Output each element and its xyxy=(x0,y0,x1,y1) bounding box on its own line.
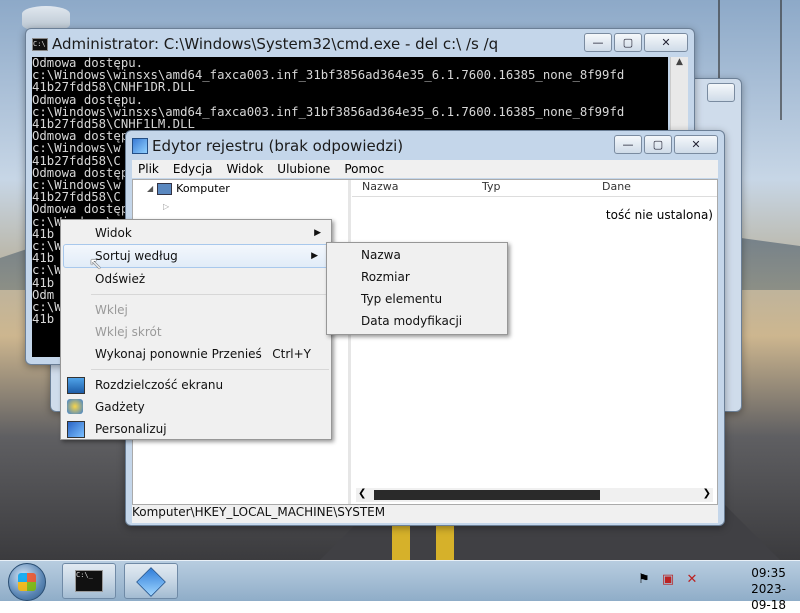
computer-icon xyxy=(157,182,173,195)
regedit-icon xyxy=(132,138,148,154)
clock[interactable]: 09:35 2023-09-18 xyxy=(751,565,786,613)
start-button[interactable] xyxy=(8,563,46,601)
sort-by-size[interactable]: Rozmiar xyxy=(327,266,507,288)
menu-item-wklej-skrot: Wklej skrót xyxy=(61,321,331,343)
menu-widok[interactable]: Widok xyxy=(226,162,263,176)
menu-separator xyxy=(91,294,329,295)
menu-item-wklej: Wklej xyxy=(61,299,331,321)
menu-item-label: Wklej xyxy=(95,303,128,317)
maximize-button[interactable]: ▢ xyxy=(614,33,642,52)
menu-ulubione[interactable]: Ulubione xyxy=(277,162,330,176)
menu-item-sortuj-wedlug[interactable]: Sortuj według ▶ xyxy=(63,244,329,268)
menu-item-label: Gadżety xyxy=(95,400,145,414)
tree-item-komputer[interactable]: ◢ Komputer xyxy=(147,182,230,195)
cmd-output-line: 41b27fdd58\CNHF1DR.DLL xyxy=(32,80,195,95)
menu-pomoc[interactable]: Pomoc xyxy=(344,162,384,176)
gadgets-icon xyxy=(67,399,83,414)
cmd-output-line: Odmowa dostępu. xyxy=(32,92,144,107)
scroll-left-arrow-icon[interactable]: ❮ xyxy=(358,488,366,499)
horizontal-scrollbar[interactable]: ❮ ❯ xyxy=(356,488,713,502)
minimize-button[interactable]: — xyxy=(584,33,612,52)
clock-time: 09:35 xyxy=(751,566,786,580)
submenu-arrow-icon: ▶ xyxy=(314,228,321,238)
taskbar-regedit-button[interactable] xyxy=(124,563,178,599)
wallpaper-road-line xyxy=(436,520,454,560)
regedit-icon xyxy=(136,567,166,597)
volume-muted-icon[interactable]: ✕ xyxy=(684,572,700,588)
status-bar: Komputer\HKEY_LOCAL_MACHINE\SYSTEM xyxy=(132,505,718,523)
close-button[interactable]: ✕ xyxy=(674,135,718,154)
taskbar-cmd-button[interactable]: C:\_ xyxy=(62,563,116,599)
regedit-title: Edytor rejestru (brak odpowiedzi) xyxy=(152,137,404,155)
menu-edycja[interactable]: Edycja xyxy=(173,162,213,176)
taskbar: C:\_ ⚑ ▣ ✕ 09:35 2023-09-18 xyxy=(0,560,800,612)
menu-item-label: Wklej skrót xyxy=(95,325,162,339)
menu-item-rozdzielczosc[interactable]: Rozdzielczość ekranu xyxy=(61,374,331,396)
mouse-cursor-icon: ↖ xyxy=(89,254,103,273)
scrollbar-thumb[interactable] xyxy=(374,490,600,500)
column-typ[interactable]: Typ xyxy=(472,180,592,196)
column-nazwa[interactable]: Nazwa xyxy=(352,180,472,196)
personalize-icon xyxy=(67,421,85,438)
cmd-title: Administrator: C:\Windows\System32\cmd.e… xyxy=(52,35,499,53)
network-icon[interactable]: ▣ xyxy=(660,572,676,588)
menu-item-label: Odśwież xyxy=(95,272,146,286)
registry-values-list[interactable]: Nazwa Typ Dane tość nie ustalona) ❮ ❯ xyxy=(352,180,717,504)
close-button[interactable]: ✕ xyxy=(644,33,688,52)
menu-item-widok[interactable]: Widok ▶ xyxy=(61,222,331,244)
menu-item-personalizuj[interactable]: Personalizuj xyxy=(61,418,331,440)
regedit-menubar: Plik Edycja Widok Ulubione Pomoc xyxy=(132,160,718,178)
sort-by-date[interactable]: Data modyfikacji xyxy=(327,310,507,332)
expand-arrow-icon[interactable]: ◢ xyxy=(147,184,153,193)
list-header: Nazwa Typ Dane xyxy=(352,180,717,197)
sort-submenu: Nazwa Rozmiar Typ elementu Data modyfika… xyxy=(326,242,508,335)
menu-item-label: Personalizuj xyxy=(95,422,167,436)
sort-by-type[interactable]: Typ elementu xyxy=(327,288,507,310)
menu-item-wykonaj-ponownie[interactable]: Wykonaj ponownie Przenieś Ctrl+Y xyxy=(61,343,331,365)
clock-date: 2023-09-18 xyxy=(751,582,786,612)
menu-separator xyxy=(91,369,329,370)
sort-by-name[interactable]: Nazwa xyxy=(327,244,507,266)
menu-item-label: Wykonaj ponownie Przenieś xyxy=(95,347,262,361)
column-dane[interactable]: Dane xyxy=(592,180,631,196)
desktop-context-menu: Widok ▶ Sortuj według ▶ Odśwież Wklej Wk… xyxy=(60,219,332,440)
flag-icon[interactable]: ⚑ xyxy=(636,572,652,588)
expand-arrow-icon[interactable]: ▷ xyxy=(163,202,169,211)
windows-logo-icon xyxy=(18,573,36,591)
minimize-button[interactable]: — xyxy=(614,135,642,154)
value-data-cell: tość nie ustalona) xyxy=(605,208,713,222)
scroll-up-arrow-icon[interactable]: ▲ xyxy=(671,57,688,67)
menu-item-label: Sortuj według xyxy=(95,249,178,263)
maximize-button[interactable] xyxy=(707,83,735,102)
cmd-icon: C:\ xyxy=(32,37,48,51)
submenu-arrow-icon: ▶ xyxy=(311,251,318,261)
maximize-button[interactable]: ▢ xyxy=(644,135,672,154)
wallpaper-road-line xyxy=(392,520,410,560)
menu-plik[interactable]: Plik xyxy=(138,162,159,176)
scroll-right-arrow-icon[interactable]: ❯ xyxy=(703,488,711,499)
display-settings-icon xyxy=(67,377,85,394)
menu-item-shortcut: Ctrl+Y xyxy=(272,347,311,361)
menu-item-label: Widok xyxy=(95,226,132,240)
tree-item-label: Komputer xyxy=(176,182,230,195)
menu-item-gadzety[interactable]: Gadżety xyxy=(61,396,331,418)
cmd-icon: C:\_ xyxy=(75,570,103,592)
menu-item-label: Rozdzielczość ekranu xyxy=(95,378,224,392)
